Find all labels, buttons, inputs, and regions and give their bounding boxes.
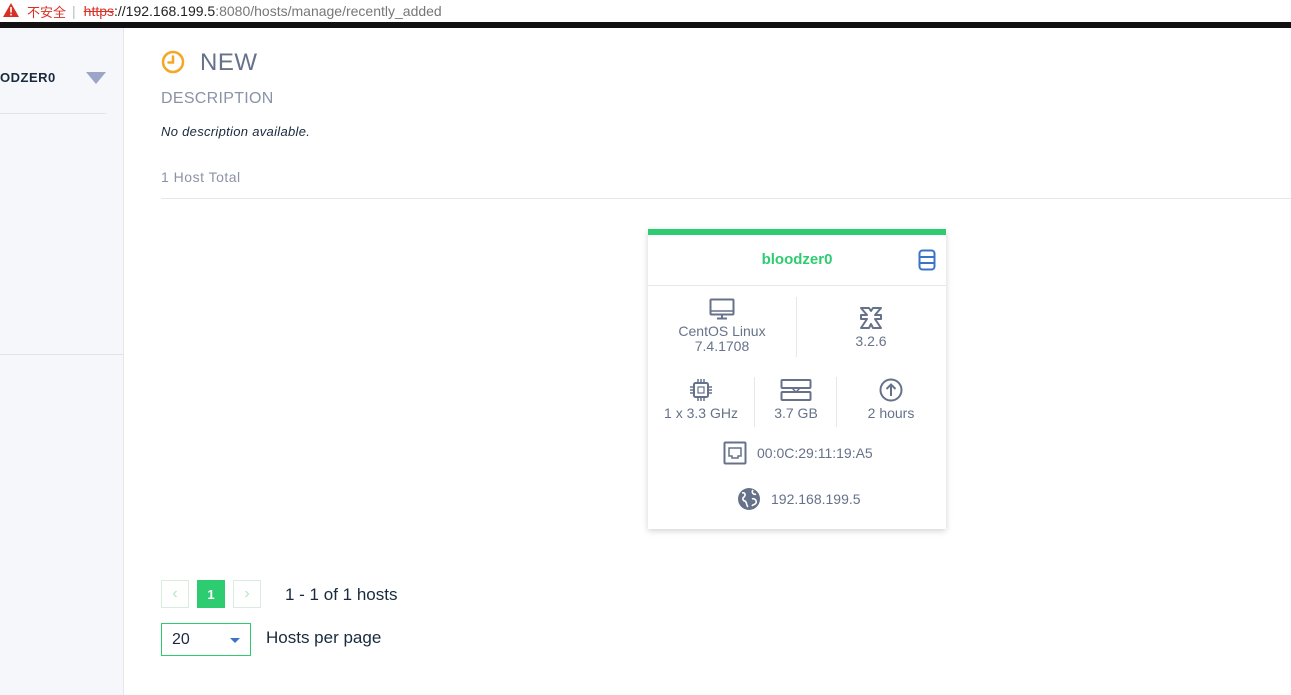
url-scheme: https: [83, 3, 115, 19]
mac-address-row: 00:0C:29:11:19:A5: [723, 441, 873, 465]
uptime-stat: 2 hours: [846, 378, 936, 421]
cpu-stat: 1 x 3.3 GHz: [656, 378, 746, 421]
uptime-value: 2 hours: [867, 405, 915, 421]
address-separator: |: [72, 3, 76, 19]
prev-page-button[interactable]: ‹: [161, 580, 189, 608]
description-text: No description available.: [161, 124, 311, 139]
cpu-icon: [690, 379, 712, 401]
browser-address-bar[interactable]: 不安全 | https ://192.168.199.5 :8080/hosts…: [0, 0, 1291, 22]
warning-icon: [3, 3, 19, 17]
osquery-icon: [860, 307, 882, 329]
host-card[interactable]: bloodzer0 CentOS Linux 7.4.1708 3.2.6 1 …: [648, 229, 946, 529]
network-port-icon: [723, 441, 747, 465]
next-page-button[interactable]: ›: [233, 580, 261, 608]
url-host: ://192.168.199.5: [114, 3, 216, 19]
host-name[interactable]: bloodzer0: [648, 251, 946, 268]
url-path: :8080/hosts/manage/recently_added: [215, 3, 442, 19]
mac-address: 00:0C:29:11:19:A5: [757, 445, 873, 461]
chevron-right-icon: ›: [244, 585, 250, 602]
ip-address-row: 192.168.199.5: [737, 487, 861, 511]
sidebar-divider: [0, 113, 106, 114]
globe-icon: [738, 488, 760, 510]
osquery-version: 3.2.6: [855, 333, 887, 349]
osquery-version-stat: 3.2.6: [811, 306, 931, 349]
description-label: DESCRIPTION: [161, 90, 274, 107]
stat-divider: [754, 377, 755, 427]
hosts-per-page-label: Hosts per page: [266, 628, 382, 647]
caret-down-icon: [230, 638, 240, 643]
cpu-value: 1 x 3.3 GHz: [664, 405, 738, 421]
security-status: 不安全: [27, 5, 67, 21]
os-version: 7.4.1708: [694, 338, 750, 354]
arrow-up-circle-icon: [879, 378, 903, 402]
stat-divider: [836, 377, 837, 427]
monitor-icon: [709, 298, 735, 320]
chevron-down-icon[interactable]: [86, 72, 106, 84]
sidebar-divider: [0, 354, 124, 355]
memory-icon: [780, 379, 812, 401]
os-name: CentOS Linux: [678, 323, 766, 339]
ip-address: 192.168.199.5: [771, 491, 861, 507]
clock-icon: [161, 50, 185, 74]
hosts-per-page-value: 20: [172, 631, 190, 648]
os-stat: CentOS Linux 7.4.1708: [662, 298, 782, 354]
database-icon[interactable]: [918, 249, 936, 271]
chevron-left-icon: ‹: [172, 585, 178, 602]
page-1-button[interactable]: 1: [197, 580, 225, 608]
pagination-summary: 1 - 1 of 1 hosts: [285, 585, 398, 604]
content-divider: [161, 198, 1291, 199]
host-total-count: 1 Host Total: [161, 169, 241, 185]
page-title: NEW: [200, 49, 258, 76]
host-card-header: bloodzer0: [648, 235, 946, 286]
browser-frame-edge: [0, 22, 1291, 28]
memory-value: 3.7 GB: [774, 405, 818, 421]
sidebar: ODZER0: [0, 28, 124, 695]
sidebar-user-name[interactable]: ODZER0: [0, 70, 56, 85]
hosts-per-page-select[interactable]: 20: [161, 623, 251, 656]
memory-stat: 3.7 GB: [756, 378, 836, 421]
stat-divider: [796, 297, 797, 357]
